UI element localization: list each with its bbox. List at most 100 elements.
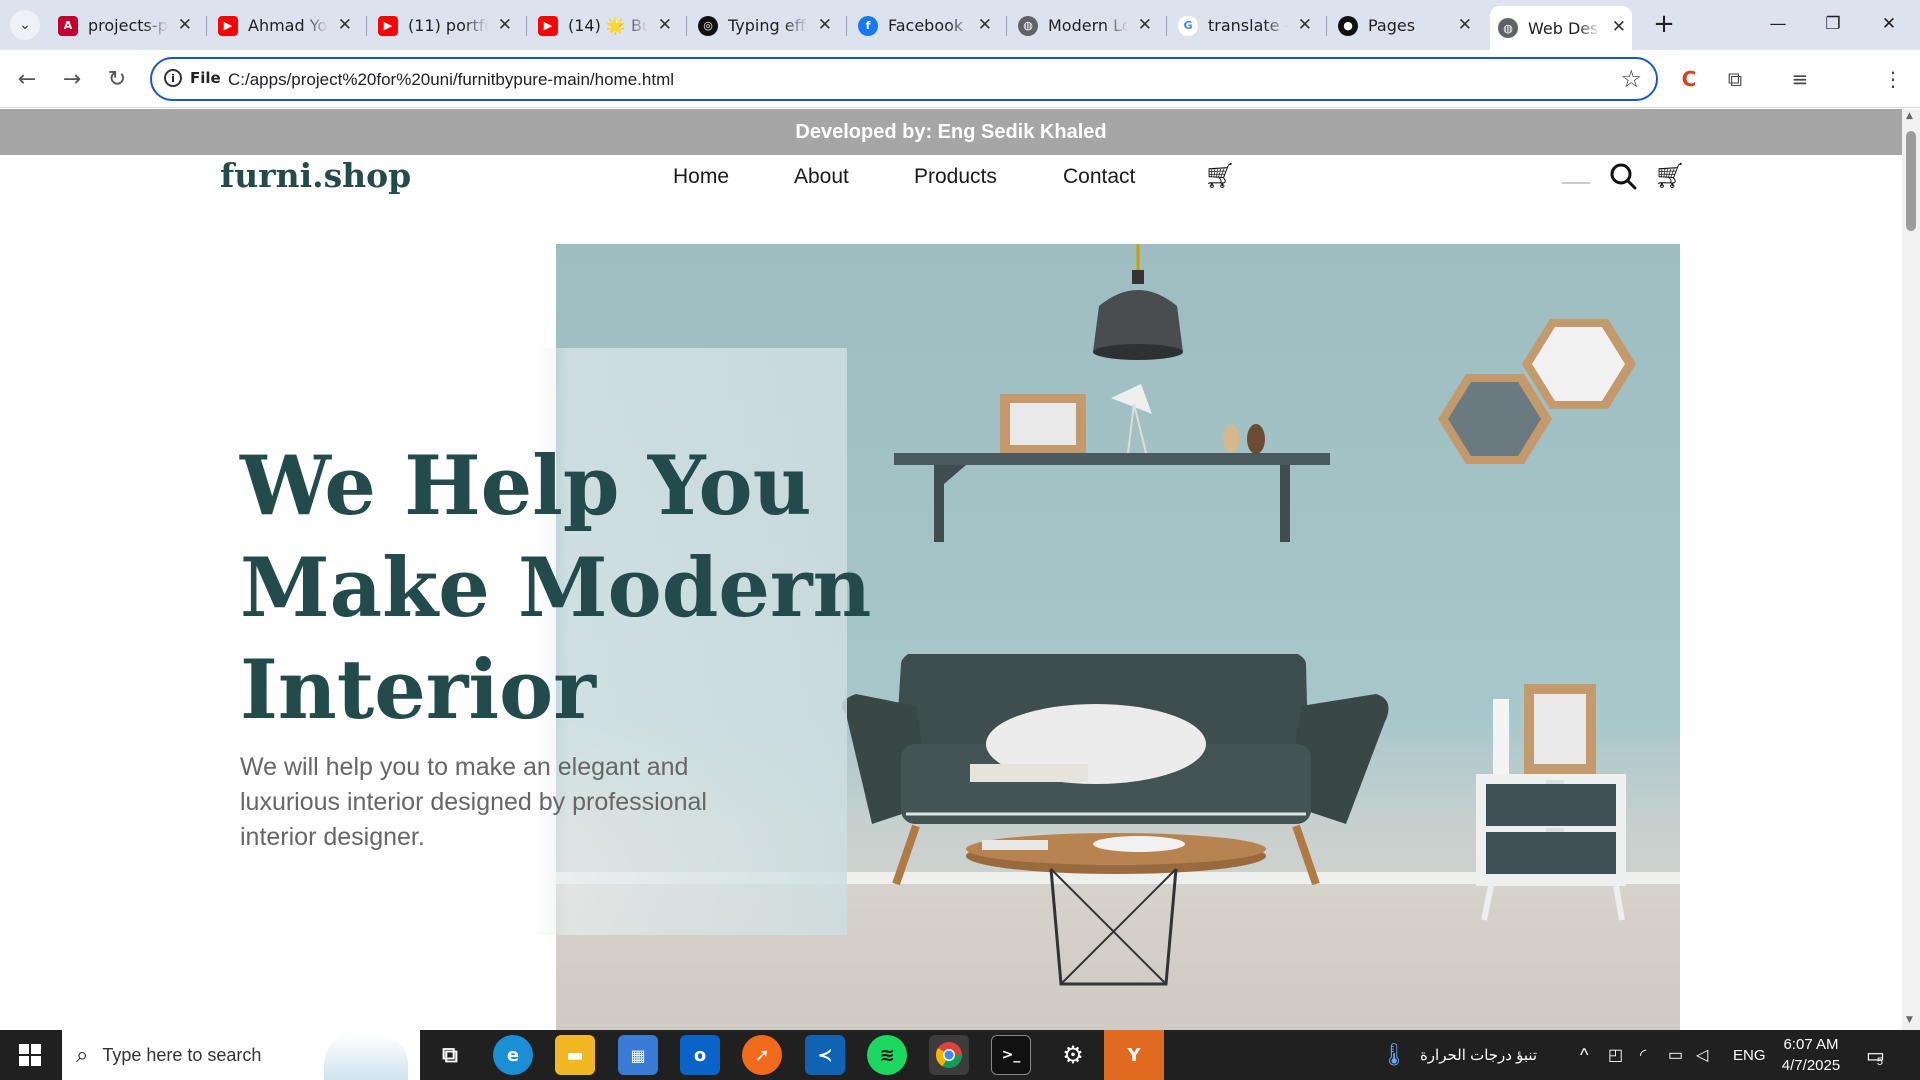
close-icon[interactable]: ✕ xyxy=(1612,17,1626,37)
back-button[interactable]: ← xyxy=(10,62,44,96)
file-explorer-icon[interactable]: ▬ xyxy=(555,1035,595,1075)
google-icon: G xyxy=(1178,15,1198,36)
close-icon[interactable]: ✕ xyxy=(338,15,352,35)
vscode-icon[interactable]: ≺ xyxy=(805,1035,845,1075)
page-viewport: Developed by: Eng Sedik Khaled furni.sho… xyxy=(0,109,1902,1030)
developer-banner: Developed by: Eng Sedik Khaled xyxy=(0,109,1902,155)
notification-center-icon[interactable]: ▭ 5 xyxy=(1866,1030,1885,1080)
globe-icon: ◍ xyxy=(1018,15,1038,36)
search-icon[interactable] xyxy=(1609,162,1637,194)
cart-icon[interactable]: 🛒︎ xyxy=(1654,161,1686,191)
wifi-icon[interactable]: ◜ xyxy=(1640,1030,1646,1080)
taskbar-search-input[interactable]: ⌕ Type here to search xyxy=(62,1030,420,1080)
tab-0[interactable]: A projects-p ✕ xyxy=(58,9,198,42)
chrome-icon[interactable] xyxy=(929,1035,969,1075)
hero-title: We Help You Make Modern Interior xyxy=(240,436,871,742)
forward-button[interactable]: → xyxy=(55,62,89,96)
search-placeholder: Type here to search xyxy=(102,1044,262,1065)
restore-button[interactable]: ❐ xyxy=(1810,8,1856,40)
system-clock[interactable]: 6:07 AM 4/7/2025 xyxy=(1766,1034,1856,1076)
search-icon: ⌕ xyxy=(76,1042,89,1068)
extension-c-icon[interactable]: C xyxy=(1672,62,1706,96)
network-icon[interactable]: ◰ xyxy=(1608,1030,1623,1080)
minimize-button[interactable]: — xyxy=(1755,8,1801,40)
windows-taskbar: ⌕ Type here to search ⧉ e ▬ ▦ o ➚ ≺ ≋ >_… xyxy=(0,1030,1920,1080)
url-text[interactable]: C:/apps/project%20for%20uni/furnitbypure… xyxy=(228,70,674,90)
hero-subtitle: We will help you to make an elegant and … xyxy=(240,753,707,851)
language-indicator[interactable]: ENG xyxy=(1733,1030,1766,1080)
battery-icon[interactable]: ▭ xyxy=(1668,1030,1683,1080)
clock-time: 6:07 AM xyxy=(1783,1036,1839,1053)
outlook-icon[interactable]: o xyxy=(680,1035,720,1075)
page-scrollbar[interactable]: ▲ ▼ xyxy=(1902,109,1920,1030)
tab-separator xyxy=(366,16,367,36)
info-icon: i xyxy=(164,69,182,87)
chrome-logo-icon xyxy=(935,1042,963,1069)
new-tab-button[interactable]: + xyxy=(1641,8,1687,40)
close-icon[interactable]: ✕ xyxy=(658,15,672,35)
hero-title-line: Interior xyxy=(240,643,596,738)
tab-7[interactable]: G translate - ✕ xyxy=(1178,9,1318,42)
tab-8[interactable]: ● Pages ✕ xyxy=(1338,9,1478,42)
tab-2[interactable]: ▶ (11) portfo ✕ xyxy=(378,9,518,42)
close-icon[interactable]: ✕ xyxy=(1458,15,1472,35)
close-icon[interactable]: ✕ xyxy=(498,15,512,35)
start-button[interactable] xyxy=(0,1030,60,1080)
scheme-label: File xyxy=(190,69,221,87)
postman-icon[interactable]: ➚ xyxy=(742,1035,782,1075)
close-icon[interactable]: ✕ xyxy=(978,15,992,35)
bookmark-star-icon[interactable]: ☆ xyxy=(1620,65,1642,93)
edge-icon[interactable]: e xyxy=(493,1035,533,1075)
nav-products[interactable]: Products xyxy=(914,165,997,189)
reload-button[interactable]: ↻ xyxy=(100,62,134,96)
globe-icon: ◍ xyxy=(1498,18,1518,38)
extensions-puzzle-icon[interactable]: ⧉ xyxy=(1718,62,1752,96)
cart-icon[interactable]: 🛒︎ xyxy=(1204,161,1236,191)
media-control-icon[interactable]: ≡ xyxy=(1783,62,1817,96)
hamburger-line[interactable] xyxy=(1562,182,1590,184)
scroll-up-icon[interactable]: ▲ xyxy=(1906,111,1913,121)
close-icon[interactable]: ✕ xyxy=(1298,15,1312,35)
arrow-left-icon: ← xyxy=(17,66,37,92)
nav-about[interactable]: About xyxy=(794,165,849,189)
nav-home[interactable]: Home xyxy=(673,165,729,189)
close-icon[interactable]: ✕ xyxy=(818,15,832,35)
terminal-icon[interactable]: >_ xyxy=(991,1035,1031,1075)
scroll-thumb[interactable] xyxy=(1906,131,1916,231)
volume-icon[interactable]: ◁ xyxy=(1696,1030,1708,1080)
spotify-icon[interactable]: ≋ xyxy=(867,1035,907,1075)
weather-widget[interactable]: 🌡︎ تنبؤ درجات الحرارة xyxy=(1380,1030,1537,1080)
plus-icon: + xyxy=(1653,9,1675,39)
tab-separator xyxy=(1006,16,1007,36)
kebab-menu-icon[interactable]: ⋮ xyxy=(1876,62,1910,96)
settings-gear-icon[interactable]: ⚙ xyxy=(1053,1035,1093,1075)
tab-5[interactable]: f Facebook ✕ xyxy=(858,9,998,42)
show-hidden-icons-chevron-icon[interactable]: ^ xyxy=(1580,1030,1588,1080)
close-window-button[interactable]: ✕ xyxy=(1866,8,1912,40)
tab-3[interactable]: ▶ (14) 🌟 Bu ✕ xyxy=(538,9,678,42)
nav-contact[interactable]: Contact xyxy=(1063,165,1135,189)
task-view-icon[interactable]: ⧉ xyxy=(430,1035,470,1075)
tab-4[interactable]: ◎ Typing effe ✕ xyxy=(698,9,838,42)
windows-logo-icon xyxy=(19,1044,41,1066)
tab-1[interactable]: ▶ Ahmad Yo ✕ xyxy=(218,9,358,42)
reload-icon: ↻ xyxy=(107,66,127,92)
site-info-chip[interactable]: i File xyxy=(164,69,221,87)
address-bar[interactable]: i File C:/apps/project%20for%20uni/furni… xyxy=(150,57,1658,101)
weather-text: تنبؤ درجات الحرارة xyxy=(1419,1047,1538,1064)
yandex-browser-icon[interactable]: Y xyxy=(1104,1030,1164,1080)
site-logo[interactable]: furni.shop xyxy=(220,156,411,195)
tab-6[interactable]: ◍ Modern Lo ✕ xyxy=(1018,9,1158,42)
microsoft-store-icon[interactable]: ▦ xyxy=(618,1035,658,1075)
close-icon[interactable]: ✕ xyxy=(1138,15,1152,35)
tab-strip: ⌄ A projects-p ✕ ▶ Ahmad Yo ✕ ▶ (11) por… xyxy=(0,0,1920,50)
github-icon: ● xyxy=(1338,15,1358,36)
close-icon[interactable]: ✕ xyxy=(178,15,192,35)
thermometer-icon: 🌡︎ xyxy=(1380,1042,1408,1067)
search-highlight-illustration xyxy=(324,1034,408,1080)
tab-separator xyxy=(206,16,207,36)
tab-search-button[interactable]: ⌄ xyxy=(10,10,40,40)
tab-9-active[interactable]: ◍ Web Desig ✕ xyxy=(1490,6,1632,50)
hero-title-line: We Help You xyxy=(240,439,812,534)
scroll-down-icon[interactable]: ▼ xyxy=(1906,1015,1913,1025)
